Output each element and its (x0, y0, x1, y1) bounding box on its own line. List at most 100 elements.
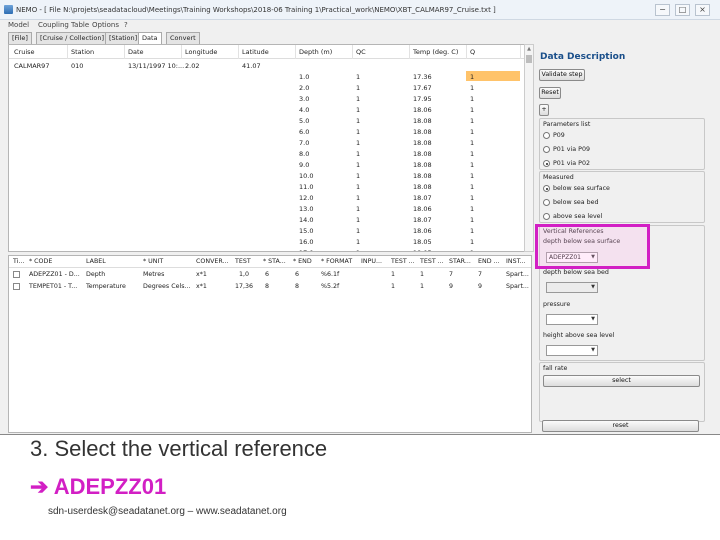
col-depth[interactable]: Depth (m) (299, 48, 332, 56)
col-station[interactable]: Station (71, 48, 94, 56)
height-above-sea-select[interactable]: ▼ (546, 345, 598, 356)
table-row[interactable]: 10.0 1 18.08 1 (9, 170, 525, 181)
minimize-button[interactable]: − (655, 4, 670, 16)
tab-convert[interactable]: Convert (166, 32, 200, 44)
select-button[interactable]: select (543, 375, 700, 387)
row-checkbox[interactable] (13, 271, 20, 278)
col-date[interactable]: Date (128, 48, 144, 56)
parameter-row-depth[interactable]: ADEPZZ01 - D... Depth Metres x*1 1,0 6 6… (9, 269, 531, 281)
table-row[interactable]: 16.0 1 18.05 1 (9, 236, 525, 247)
table-row[interactable]: 6.0 1 18.08 1 (9, 126, 525, 137)
reset-bottom-button[interactable]: reset (542, 420, 699, 432)
cell-q: 1 (470, 160, 475, 169)
pcol-start2[interactable]: STAR... (449, 258, 471, 265)
pcol-label[interactable]: LABEL (86, 258, 106, 265)
pcol-test2[interactable]: TEST ... (391, 258, 415, 265)
table-row-first[interactable]: CALMAR97 010 13/11/1997 10:... 2.02 41.0… (9, 60, 525, 71)
pcol-format[interactable]: * FORMAT (321, 258, 352, 265)
row-checkbox[interactable] (13, 283, 20, 290)
cell-test: 17,36 (235, 283, 254, 290)
cell-test3: 1 (420, 283, 425, 290)
close-button[interactable]: × (695, 4, 710, 16)
pcol-conversion[interactable]: CONVER... (196, 258, 229, 265)
reset-button[interactable]: Reset (539, 87, 561, 99)
radio-p09[interactable] (543, 132, 550, 139)
cell-temp: 18.07 (413, 215, 432, 224)
pcol-end2[interactable]: END ... (478, 258, 500, 265)
plus-button[interactable]: + (539, 104, 549, 116)
table-row[interactable]: 4.0 1 18.06 1 (9, 104, 525, 115)
depth-below-bed-select[interactable]: ▼ (546, 282, 598, 293)
cell-depth: 5.0 (299, 116, 310, 125)
pcol-code[interactable]: * CODE (29, 258, 52, 265)
tab-station[interactable]: [Station] (105, 32, 142, 44)
cell-q: 1 (470, 226, 475, 235)
table-row[interactable]: 14.0 1 18.07 1 (9, 214, 525, 225)
table-row[interactable]: 13.0 1 18.06 1 (9, 203, 525, 214)
menu-coupling-table[interactable]: Coupling Table (38, 21, 89, 29)
table-row[interactable]: 17.0 1 18.05 1 (9, 247, 525, 252)
maximize-button[interactable]: □ (675, 4, 690, 16)
cell-qc: 1 (356, 160, 361, 169)
cell-depth: 15.0 (299, 226, 314, 235)
table-row[interactable]: 5.0 1 18.08 1 (9, 115, 525, 126)
cell-q: 1 (470, 72, 475, 81)
chevron-down-icon: ▼ (591, 347, 595, 353)
table-row[interactable]: 2.0 1 17.67 1 (9, 82, 525, 93)
cell-depth: 4.0 (299, 105, 310, 114)
col-latitude[interactable]: Latitude (242, 48, 269, 56)
tab-cruise-collection[interactable]: [Cruise / Collection] (36, 32, 109, 44)
highlight-box (535, 224, 650, 269)
table-scrollbar[interactable]: ▲ (524, 44, 534, 252)
scroll-up-icon[interactable]: ▲ (526, 46, 532, 52)
pcol-test3[interactable]: TEST ... (420, 258, 444, 265)
radio-below-sea-bed[interactable] (543, 199, 550, 206)
pcol-input[interactable]: INPU... (361, 258, 382, 265)
radio-p01-via-p02[interactable] (543, 160, 550, 167)
parameters-list-group: Parameters list P09 P01 via P09 P01 via … (539, 118, 705, 170)
table-row[interactable]: 15.0 1 18.06 1 (9, 225, 525, 236)
col-cruise[interactable]: Cruise (14, 48, 35, 56)
radio-p01-via-p09[interactable] (543, 146, 550, 153)
pressure-select[interactable]: ▼ (546, 314, 598, 325)
parameter-row-temperature[interactable]: TEMPET01 - T... Temperature Degrees Cels… (9, 281, 531, 293)
cell-temp: 17.67 (413, 83, 432, 92)
menu-model[interactable]: Model (8, 21, 29, 29)
col-q[interactable]: Q (470, 48, 475, 56)
pcol-test[interactable]: TEST (235, 258, 251, 265)
cell-qc: 1 (356, 249, 360, 252)
cell-label: Temperature (86, 283, 126, 290)
tab-file[interactable]: [File] (8, 32, 32, 44)
cell-q: 1 (470, 116, 475, 125)
table-row[interactable]: 9.0 1 18.08 1 (9, 159, 525, 170)
pcol-unit[interactable]: * UNIT (143, 258, 163, 265)
radio-below-sea-bed-label: below sea bed (553, 199, 599, 206)
cell-code: TEMPET01 - T... (29, 283, 78, 290)
pcol-end[interactable]: * END (293, 258, 312, 265)
radio-above-sea-level[interactable] (543, 213, 550, 220)
pcol-instrument[interactable]: INST... (506, 258, 526, 265)
cell-temp: 18.08 (413, 171, 432, 180)
table-row[interactable]: 3.0 1 17.95 1 (9, 93, 525, 104)
col-qc[interactable]: QC (356, 48, 366, 56)
menu-options[interactable]: Options (92, 21, 119, 29)
caption-arrow-line: ➔ ADEPZZ01 (30, 474, 166, 500)
step-caption: 3. Select the vertical reference (30, 436, 328, 461)
table-row[interactable]: 1.0 1 17.36 1 (9, 71, 525, 82)
table-row[interactable]: 12.0 1 18.07 1 (9, 192, 525, 203)
radio-p01-via-p02-label: P01 via P02 (553, 160, 590, 167)
table-row[interactable]: 8.0 1 18.08 1 (9, 148, 525, 159)
col-longitude[interactable]: Longitude (185, 48, 217, 56)
pcol-start[interactable]: * STA... (263, 258, 286, 265)
table-row[interactable]: 11.0 1 18.08 1 (9, 181, 525, 192)
pcol-ti[interactable]: Ti... (13, 258, 24, 265)
parameters-list-label: Parameters list (543, 121, 591, 128)
menu-help[interactable]: ? (124, 21, 128, 29)
cell-temp: 18.05 (413, 249, 432, 252)
cell-q: 1 (470, 204, 475, 213)
table-row[interactable]: 7.0 1 18.08 1 (9, 137, 525, 148)
col-temp[interactable]: Temp (deg. C) (413, 48, 458, 56)
validate-step-button[interactable]: Validate step (539, 69, 585, 81)
scrollbar-thumb[interactable] (526, 55, 532, 63)
radio-below-sea-surface[interactable] (543, 185, 550, 192)
